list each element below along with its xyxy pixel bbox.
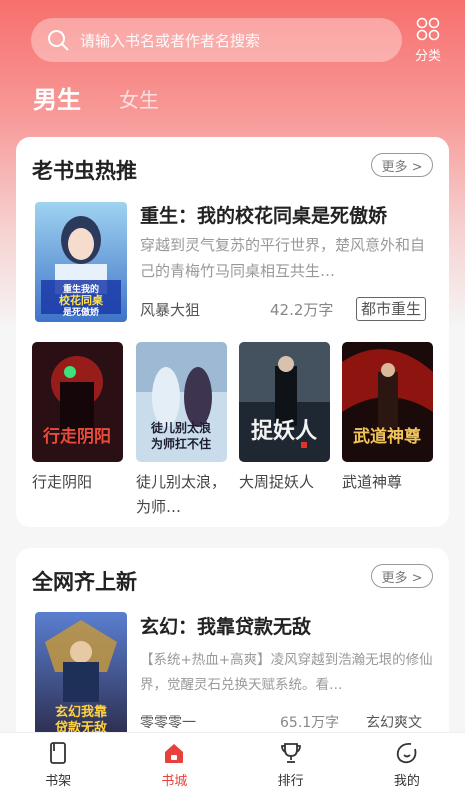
book-description: 【系统+热血+高爽】凌风穿越到浩瀚无垠的修仙界，觉醒灵石兑换天赋系统。看…: [140, 652, 433, 693]
book-cover[interactable]: 徒儿别太浪 为师扛不住: [136, 342, 227, 462]
bookstore-icon: [165, 744, 184, 763]
book-cover[interactable]: 重生我的 校花同桌 是死傲娇: [35, 202, 127, 322]
book-name: 武道神尊: [342, 473, 403, 491]
book-item[interactable]: 捉妖人 大周捉妖人: [239, 342, 330, 495]
nav-ranking[interactable]: 排行: [233, 733, 349, 793]
svg-text:玄幻我靠: 玄幻我靠: [55, 704, 107, 720]
category-label: 分类: [414, 49, 441, 64]
svg-text:校花同桌: 校花同桌: [59, 293, 104, 307]
nav-bookstore[interactable]: 书城: [116, 733, 232, 793]
more-button[interactable]: 更多 >: [371, 564, 433, 588]
search-icon: [48, 30, 69, 51]
category-grid-icon: [416, 17, 440, 41]
book-name: 徒儿别太浪，为师…: [136, 473, 227, 516]
gender-tabs: 男生 女生: [33, 80, 159, 115]
book-item[interactable]: 行走阴阳 行走阴阳: [32, 342, 123, 495]
nav-label: 书架: [45, 774, 72, 789]
profile-icon: [396, 742, 417, 764]
nav-label: 排行: [277, 774, 304, 789]
section-title: 全网齐上新: [32, 570, 137, 594]
nav-profile[interactable]: 我的: [349, 733, 465, 793]
nav-label: 书城: [161, 774, 188, 789]
nav-bookshelf[interactable]: 书架: [0, 733, 116, 793]
bottom-nav: 书架 书城 排行 我的: [0, 732, 465, 793]
book-title[interactable]: 重生：我的校花同桌是死傲娇: [140, 201, 387, 228]
more-button[interactable]: 更多 >: [371, 153, 433, 177]
search-placeholder: 请输入书名或者作者名搜索: [80, 31, 261, 50]
svg-text:武道神尊: 武道神尊: [353, 426, 421, 447]
book-cover[interactable]: 武道神尊: [342, 342, 433, 462]
tab-male[interactable]: 男生: [33, 80, 81, 115]
genre-tag: 都市重生: [356, 297, 427, 321]
book-title[interactable]: 玄幻：我靠贷款无敌: [140, 612, 311, 639]
book-item[interactable]: 武道神尊 武道神尊: [342, 342, 433, 495]
section-hot-recommend: 老书虫热推 更多 > 重生我的 校花同桌 是死傲娇 重生：我的校花同桌是死傲娇 …: [16, 137, 449, 527]
svg-text:为师扛不住: 为师扛不住: [151, 436, 211, 451]
book-item[interactable]: 徒儿别太浪 为师扛不住 徒儿别太浪，为师…: [136, 342, 227, 520]
section-title: 老书虫热推: [32, 159, 137, 183]
word-count: 42.2万字: [270, 301, 334, 319]
book-author: 风暴大狙: [140, 301, 201, 319]
book-name: 大周捉妖人: [239, 473, 315, 491]
book-cover[interactable]: 行走阴阳: [32, 342, 123, 462]
trophy-icon: [280, 743, 301, 763]
svg-text:是死傲娇: 是死傲娇: [62, 306, 100, 318]
svg-text:捉妖人: 捉妖人: [251, 418, 317, 444]
nav-label: 我的: [393, 774, 420, 789]
book-cover[interactable]: 玄幻我靠 贷款无敌: [35, 612, 127, 742]
book-cover[interactable]: 捉妖人: [239, 342, 330, 462]
bookshelf-icon: [50, 742, 67, 764]
category-button[interactable]: 分类: [408, 16, 448, 64]
genre-tag: 玄幻爽文: [366, 715, 422, 731]
search-input[interactable]: 请输入书名或者作者名搜索: [31, 18, 402, 62]
book-description: 穿越到灵气复苏的平行世界，楚风意外和自己的青梅竹马同桌相互共生…: [140, 236, 426, 280]
svg-text:行走阴阳: 行走阴阳: [42, 426, 111, 447]
book-name: 行走阴阳: [32, 473, 93, 491]
book-author: 零零零一: [140, 715, 196, 731]
svg-text:徒儿别太浪: 徒儿别太浪: [150, 420, 211, 435]
tab-female[interactable]: 女生: [119, 84, 159, 115]
word-count: 65.1万字: [280, 715, 340, 731]
